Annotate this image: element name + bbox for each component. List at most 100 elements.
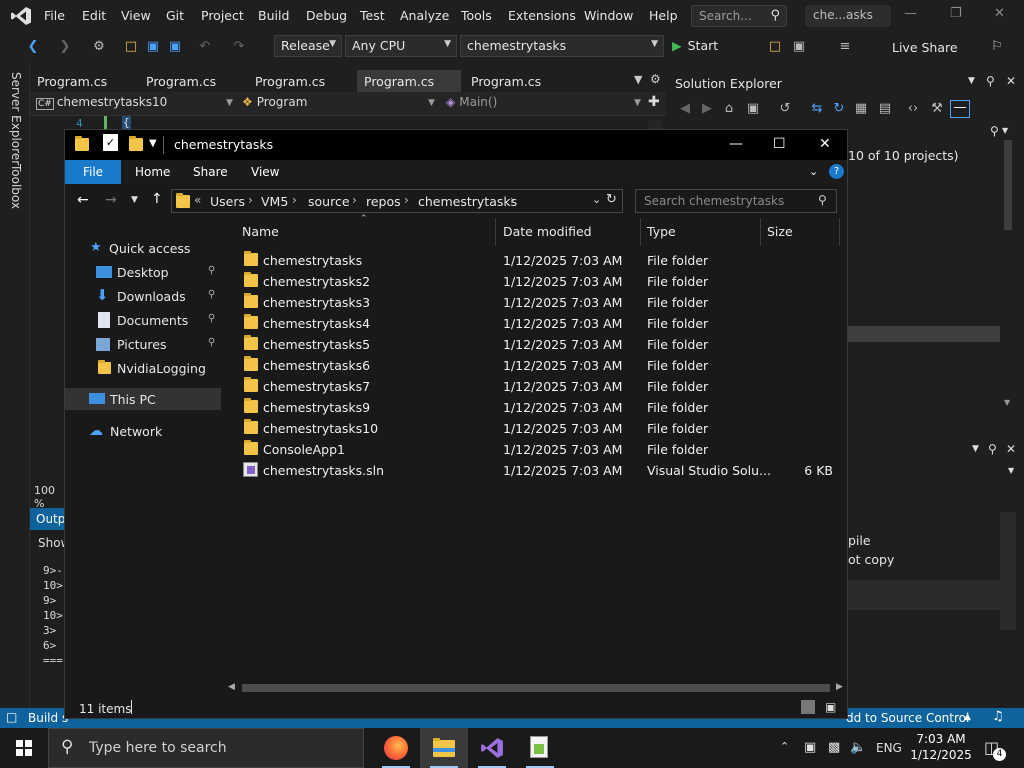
nav-item-nvidialogging[interactable]: NvidiaLogging <box>65 357 221 379</box>
menu-project[interactable]: Project <box>201 8 244 23</box>
save-all-icon[interactable]: ▣ <box>168 40 182 54</box>
battery-warning-icon[interactable]: ▩ <box>828 740 840 755</box>
chevron-right-icon[interactable]: › <box>404 193 409 207</box>
file-row[interactable]: chemestrytasks6 1/12/2025 7:03 AM File f… <box>222 355 847 376</box>
settings-gear-icon[interactable]: ⚙ <box>650 72 661 86</box>
pin-icon[interactable]: ⚲ <box>988 442 997 456</box>
nav-item-quick-access[interactable]: ★ Quick access <box>65 237 221 259</box>
notifications-bell-icon[interactable]: ♫ <box>992 709 1004 724</box>
scroll-right-icon[interactable]: ▶ <box>836 682 843 692</box>
undo-icon[interactable]: ↶ <box>198 40 212 54</box>
address-bar[interactable]: « Users › VM5 › source › repos › chemest… <box>171 189 623 213</box>
file-row[interactable]: chemestrytasks3 1/12/2025 7:03 AM File f… <box>222 292 847 313</box>
history-icon[interactable]: ↺ <box>778 102 792 116</box>
add-to-source-control-button[interactable]: dd to Source Control <box>846 711 969 725</box>
file-row[interactable]: chemestrytasks 1/12/2025 7:03 AM File fo… <box>222 250 847 271</box>
volume-muted-icon[interactable]: 🔈 <box>850 740 866 755</box>
nav-item-network[interactable]: ☁ Network <box>65 420 221 442</box>
switch-views-icon[interactable]: ▣ <box>746 102 760 116</box>
tab-program-cs-3[interactable]: Program.cs <box>248 70 355 92</box>
ribbon-tab-home[interactable]: Home <box>135 160 170 184</box>
menu-build[interactable]: Build <box>258 8 289 23</box>
menu-analyze[interactable]: Analyze <box>400 8 449 23</box>
search-icon[interactable]: ⚲ <box>990 124 999 138</box>
redo-icon[interactable]: ↷ <box>232 40 246 54</box>
tab-program-cs-2[interactable]: Program.cs <box>139 70 246 92</box>
start-button[interactable]: ▶ Start <box>672 38 718 53</box>
breadcrumb-vm5[interactable]: VM5 <box>261 194 288 209</box>
close-icon[interactable]: ✕ <box>1006 74 1016 88</box>
file-row[interactable]: chemestrytasks4 1/12/2025 7:03 AM File f… <box>222 313 847 334</box>
file-row[interactable]: chemestrytasks9 1/12/2025 7:03 AM File f… <box>222 397 847 418</box>
nav-item-this-pc[interactable]: This PC <box>65 388 221 410</box>
chevron-down-icon[interactable]: ▼ <box>1004 398 1010 407</box>
solution-vertical-scrollbar[interactable] <box>1004 140 1012 230</box>
zoom-level[interactable]: 100 % <box>30 484 66 510</box>
ribbon-tab-view[interactable]: View <box>251 160 279 184</box>
refresh-icon[interactable]: ↻ <box>832 102 846 116</box>
open-folder-icon[interactable]: □ <box>124 40 138 54</box>
ribbon-tab-file[interactable]: File <box>65 160 121 184</box>
properties-check-icon[interactable]: ✓ <box>103 134 118 151</box>
pin-icon[interactable]: ⚲ <box>208 289 215 300</box>
input-language[interactable]: ENG <box>876 741 902 755</box>
forward-nav-icon[interactable]: ❯ <box>58 40 72 54</box>
menu-file[interactable]: File <box>44 8 65 23</box>
explorer-search-box[interactable]: Search chemestrytasks ⚲ <box>635 189 837 213</box>
chevron-down-icon[interactable]: ▼ <box>972 444 979 454</box>
minimize-icon[interactable]: — <box>729 136 743 152</box>
server-explorer-tab[interactable]: Server Explorer <box>9 72 23 165</box>
breadcrumb-source[interactable]: source <box>308 194 350 209</box>
network-status-icon[interactable]: ▣ <box>804 740 816 755</box>
refresh-icon[interactable]: ↻ <box>606 192 617 207</box>
new-project-icon[interactable]: ⚙ <box>92 40 106 54</box>
menu-window[interactable]: Window <box>584 8 633 23</box>
file-row[interactable]: ConsoleApp1 1/12/2025 7:03 AM File folde… <box>222 439 847 460</box>
properties-scrollbar[interactable] <box>1000 512 1016 630</box>
vs-search-box[interactable]: Search... ⚲ <box>691 5 787 27</box>
column-header-size[interactable]: Size <box>767 224 793 239</box>
feedback-icon[interactable]: ⚐ <box>990 40 1004 54</box>
live-share-button[interactable]: Live Share <box>892 40 958 55</box>
details-view-icon[interactable] <box>801 700 815 714</box>
large-icons-view-icon[interactable]: ▣ <box>825 700 836 714</box>
file-row[interactable]: chemestrytasks10 1/12/2025 7:03 AM File … <box>222 418 847 439</box>
column-header-type[interactable]: Type <box>647 224 676 239</box>
new-folder-icon[interactable] <box>129 136 143 151</box>
camera-icon[interactable]: ▣ <box>792 40 806 54</box>
forward-arrow-icon[interactable]: → <box>105 192 117 208</box>
folder-toolbar-icon[interactable]: □ <box>768 40 782 54</box>
chevron-right-icon[interactable]: › <box>510 193 515 207</box>
chevron-down-icon[interactable]: ▼ <box>968 76 975 86</box>
taskbar-search-box[interactable]: ⚲ Type here to search <box>48 728 364 768</box>
file-list-horizontal-scrollbar[interactable]: ◀ ▶ <box>222 680 847 696</box>
show-hidden-icons-chevron-icon[interactable]: ⌃ <box>780 740 789 753</box>
taskbar-firefox[interactable] <box>372 728 420 768</box>
tab-program-cs-1[interactable]: Program.cs <box>30 70 137 92</box>
startup-project-dropdown[interactable]: chemestrytasks ▼ <box>460 35 664 57</box>
solution-explorer-hscroll[interactable] <box>848 326 1000 342</box>
file-row[interactable]: chemestrytasks7 1/12/2025 7:03 AM File f… <box>222 376 847 397</box>
pin-icon[interactable]: ⚲ <box>208 265 215 276</box>
pin-icon[interactable]: ⚲ <box>208 337 215 348</box>
pin-icon[interactable]: ⚲ <box>208 313 215 324</box>
close-icon[interactable]: ✕ <box>994 6 1005 21</box>
project-scope-dropdown[interactable]: C# chemestrytasks10 <box>36 95 167 110</box>
chevron-right-icon[interactable]: › <box>352 193 357 207</box>
quick-access-toolbar-chevron-icon[interactable]: ▼ <box>149 138 157 149</box>
close-icon[interactable]: ✕ <box>1006 442 1016 456</box>
menu-debug[interactable]: Debug <box>306 8 347 23</box>
collapse-all-icon[interactable]: ▦ <box>854 102 868 116</box>
toolbox-tab[interactable]: Toolbox <box>9 164 23 209</box>
save-icon[interactable]: ▣ <box>146 40 160 54</box>
nav-item-pictures[interactable]: Pictures ⚲ <box>65 333 221 355</box>
platform-dropdown[interactable]: Any CPU ▼ <box>345 35 457 57</box>
pin-icon[interactable]: ⚲ <box>986 74 995 88</box>
preview-selected-icon[interactable]: — <box>950 100 970 118</box>
tab-program-cs-5[interactable]: Program.cs <box>464 70 571 92</box>
nav-item-desktop[interactable]: Desktop ⚲ <box>65 261 221 283</box>
view-code-icon[interactable]: ‹› <box>906 102 920 116</box>
menu-help[interactable]: Help <box>649 8 678 23</box>
configuration-dropdown[interactable]: Release ▼ <box>274 35 342 57</box>
nav-item-downloads[interactable]: ⬇ Downloads ⚲ <box>65 285 221 307</box>
